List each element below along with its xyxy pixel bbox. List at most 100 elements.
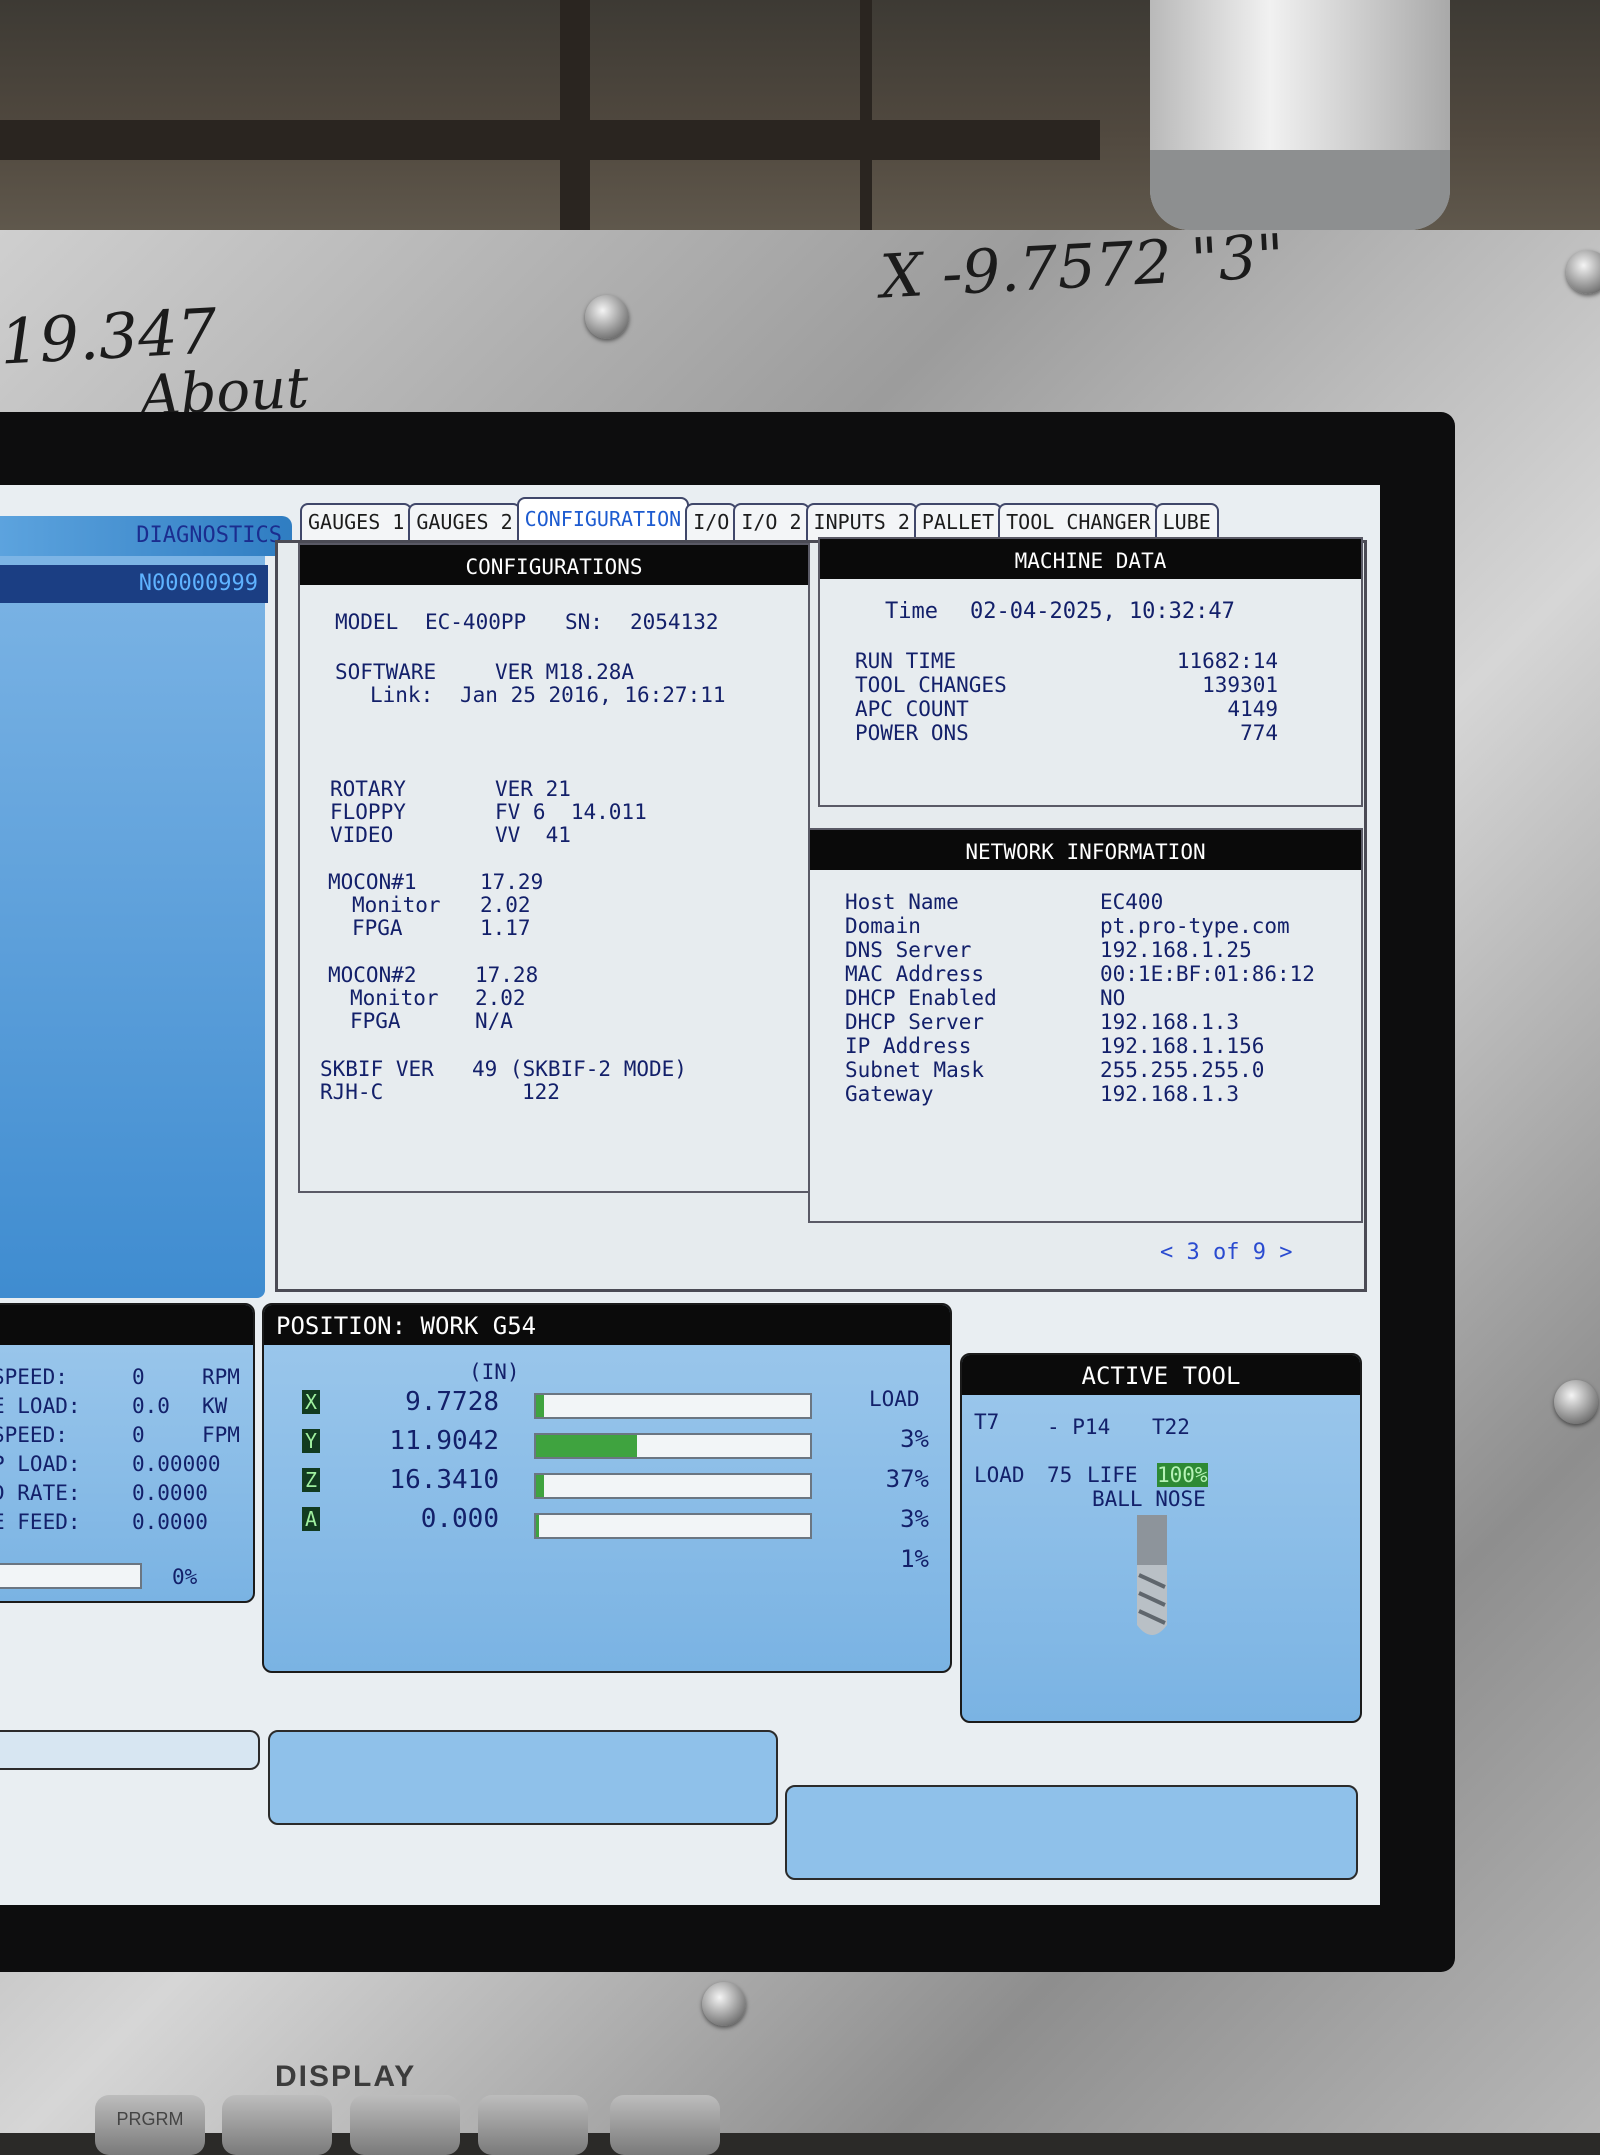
dns-server-value: 192.168.1.25: [1100, 938, 1252, 962]
axis-z-load-bar: [534, 1473, 812, 1499]
skbif-label: SKBIF VER: [320, 1057, 434, 1081]
dhcp-server-label: DHCP Server: [845, 1010, 985, 1034]
tab-lube[interactable]: LUBE: [1154, 503, 1219, 541]
program-number: N00000999: [0, 565, 268, 603]
chip-load-label: P LOAD:: [0, 1452, 81, 1476]
tool-load-value: 75: [1047, 1463, 1073, 1487]
position-units: (IN): [469, 1360, 520, 1384]
mocon2-label: MOCON#2: [328, 963, 417, 987]
tab-configuration[interactable]: CONFIGURATION: [516, 497, 690, 541]
dns-server-label: DNS Server: [845, 938, 972, 962]
network-box: NETWORK INFORMATION Host Name EC400 Doma…: [808, 828, 1363, 1223]
software-label: SOFTWARE: [335, 660, 437, 684]
tab-gauges-1[interactable]: GAUGES 1: [300, 503, 413, 541]
prgrm-key[interactable]: PRGRM: [95, 2095, 205, 2155]
axis-a-tag: A: [302, 1507, 320, 1531]
axis-y-tag: Y: [302, 1429, 320, 1453]
dhcp-enabled-label: DHCP Enabled: [845, 986, 997, 1010]
ceiling-rod: [860, 0, 872, 240]
run-time-label: RUN TIME: [855, 649, 957, 673]
tab-io-2[interactable]: I/O 2: [733, 503, 810, 541]
mac-address-value: 00:1E:BF:01:86:12: [1100, 962, 1315, 986]
dhcp-server-value: 192.168.1.3: [1100, 1010, 1240, 1034]
model-label: MODEL: [335, 610, 399, 634]
power-ons-label: POWER ONS: [855, 721, 969, 745]
tab-pallet[interactable]: PALLET: [913, 503, 1003, 541]
axis-z-value: 16.3410: [389, 1465, 499, 1495]
axis-y-load-bar: [534, 1433, 812, 1459]
subnet-mask-value: 255.255.255.0: [1100, 1058, 1265, 1082]
sn-label: SN:: [565, 610, 603, 634]
spindle-speed-unit: RPM: [202, 1365, 240, 1389]
ceiling-beam: [0, 120, 1100, 160]
network-header: NETWORK INFORMATION: [810, 830, 1361, 870]
ceiling-beam: [560, 0, 590, 260]
load-column-label: LOAD: [869, 1387, 920, 1411]
mocon2-value: 17.28: [475, 963, 539, 987]
machine-data-box: MACHINE DATA Time 02-04-2025, 10:32:47 R…: [818, 537, 1363, 807]
tab-diagnostics[interactable]: DIAGNOSTICS: [0, 516, 292, 556]
rjhc-value: 122: [522, 1080, 560, 1104]
spindle-speed-label: SPEED:: [0, 1365, 68, 1389]
tab-tool-changer[interactable]: TOOL CHANGER: [998, 503, 1159, 541]
screw: [1554, 1380, 1598, 1424]
axis-a-load-bar: [534, 1513, 812, 1539]
floppy-value: FV 6 14.011: [495, 800, 647, 824]
mocon1-value: 17.29: [480, 870, 544, 894]
axis-z-load: 3%: [900, 1505, 929, 1533]
spindle-load-value: 0.0: [132, 1394, 170, 1418]
overhead-pipe-band: [1150, 150, 1450, 230]
apc-count-label: APC COUNT: [855, 697, 969, 721]
mocon2-fpga-label: FPGA: [350, 1009, 401, 1033]
gateway-value: 192.168.1.3: [1100, 1082, 1240, 1106]
mocon1-fpga-value: 1.17: [480, 916, 531, 940]
domain-label: Domain: [845, 914, 921, 938]
screw: [585, 295, 629, 339]
domain-value: pt.pro-type.com: [1100, 914, 1290, 938]
tab-gauges-2[interactable]: GAUGES 2: [408, 503, 521, 541]
link-label: Link:: [370, 683, 434, 707]
mocon2-monitor-label: Monitor: [350, 986, 439, 1010]
message-strip: [268, 1730, 778, 1825]
tool-changes-value: 139301: [1202, 673, 1278, 697]
display-keys-label: DISPLAY: [275, 2060, 417, 2093]
active-tool-header: ACTIVE TOOL: [962, 1355, 1360, 1395]
spindle-header: [0, 1305, 253, 1345]
configurations-box: CONFIGURATIONS MODEL EC-400PP SN: 205413…: [298, 543, 810, 1193]
active-feed-label: E FEED:: [0, 1510, 81, 1534]
ip-address-value: 192.168.1.156: [1100, 1034, 1265, 1058]
rotary-label: ROTARY: [330, 777, 406, 801]
video-label: VIDEO: [330, 823, 394, 847]
axis-x-load-bar: [534, 1393, 812, 1419]
display-key[interactable]: [478, 2095, 588, 2155]
diagnostics-tab-bar: GAUGES 1 GAUGES 2 CONFIGURATION I/O I/O …: [300, 497, 1219, 541]
ball-nose-tool-icon: [1137, 1515, 1167, 1635]
rjhc-label: RJH-C: [320, 1080, 384, 1104]
spindle-panel: SPEED: 0 RPM E LOAD: 0.0 KW SPEED: 0 FPM…: [0, 1303, 255, 1603]
feed-rate-label: D RATE:: [0, 1481, 81, 1505]
skbif-value: 49 (SKBIF-2 MODE): [472, 1057, 687, 1081]
axis-z-load-fill: [536, 1475, 545, 1497]
time-value: 02-04-2025, 10:32:47: [970, 599, 1235, 624]
display-key[interactable]: [610, 2095, 720, 2155]
display-key[interactable]: [350, 2095, 460, 2155]
active-tool-number: T7: [974, 1410, 1000, 1434]
tab-inputs-2[interactable]: INPUTS 2: [805, 503, 918, 541]
host-name-value: EC400: [1100, 890, 1164, 914]
axis-z-tag: Z: [302, 1468, 320, 1492]
apc-count-value: 4149: [1227, 697, 1278, 721]
prgrm-key-label: PRGRM: [116, 2109, 184, 2129]
spindle-load-percent: 0%: [172, 1565, 198, 1589]
axis-y-value: 11.9042: [389, 1426, 499, 1456]
spindle-load-label: E LOAD:: [0, 1394, 81, 1418]
page-indicator[interactable]: < 3 of 9 >: [1160, 1240, 1292, 1265]
axis-x-value: 9.7728: [405, 1387, 499, 1417]
sn-value: 2054132: [630, 610, 719, 634]
tab-io[interactable]: I/O: [685, 503, 738, 541]
axis-x-load-fill: [536, 1395, 545, 1417]
display-key[interactable]: [222, 2095, 332, 2155]
host-name-label: Host Name: [845, 890, 959, 914]
axis-y-load-fill: [536, 1435, 638, 1457]
tool-load-label: LOAD: [974, 1463, 1025, 1487]
ip-address-label: IP Address: [845, 1034, 972, 1058]
